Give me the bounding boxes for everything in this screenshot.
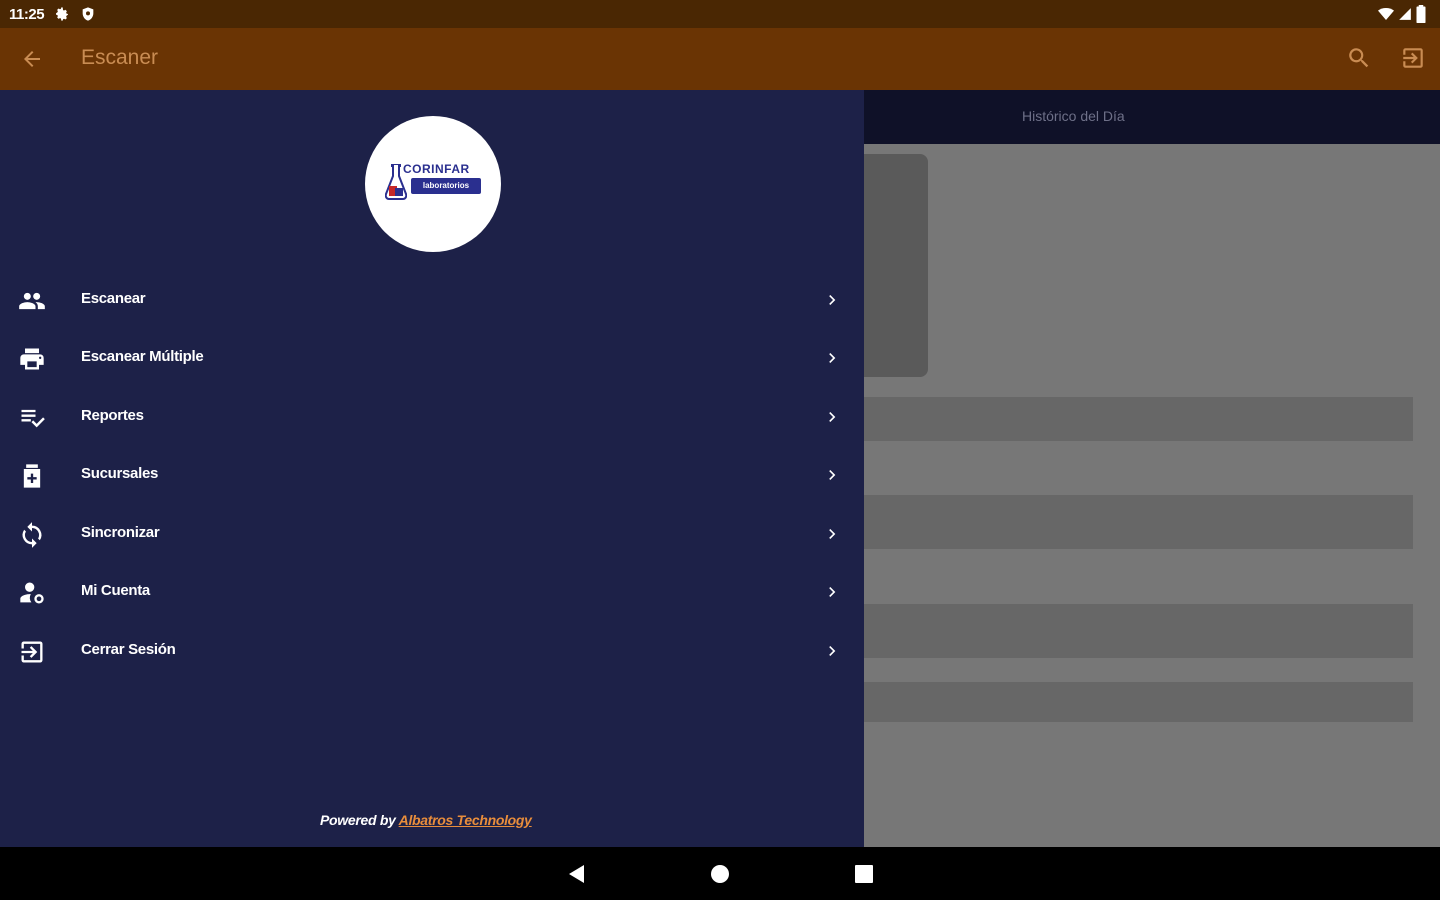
logout-icon[interactable] bbox=[1400, 45, 1426, 71]
company-logo: CORINFAR laboratorios bbox=[365, 116, 501, 252]
chevron-right-icon bbox=[829, 353, 836, 363]
background-row bbox=[864, 682, 1413, 722]
powered-by-prefix: Powered by bbox=[320, 812, 399, 828]
logout-icon bbox=[21, 641, 43, 663]
search-icon[interactable] bbox=[1346, 45, 1372, 71]
drawer-item-escanear-multiple[interactable]: Escanear Múltiple bbox=[0, 329, 864, 387]
people-icon bbox=[19, 292, 45, 310]
recents-square-icon[interactable] bbox=[852, 862, 876, 886]
drawer-item-label: Escanear Múltiple bbox=[81, 348, 204, 365]
background-row bbox=[864, 604, 1413, 658]
app-bar: Escaner bbox=[0, 28, 1440, 90]
drawer-item-reportes[interactable]: Reportes bbox=[0, 388, 864, 446]
status-bar: 11:25 bbox=[0, 0, 1440, 28]
back-triangle-icon[interactable] bbox=[564, 862, 588, 886]
list-check-icon bbox=[21, 409, 45, 428]
drawer-item-label: Escanear bbox=[81, 290, 146, 307]
drawer-item-label: Sucursales bbox=[81, 465, 159, 482]
powered-by-footer: Powered by Albatros Technology bbox=[320, 812, 532, 828]
chevron-right-icon bbox=[829, 412, 836, 422]
background-tab-label: Histórico del Día bbox=[1022, 108, 1125, 124]
system-nav-bar bbox=[0, 847, 1440, 900]
status-icons-right bbox=[1378, 5, 1426, 23]
app-title: Escaner bbox=[81, 46, 159, 69]
drawer-item-escanear[interactable]: Escanear bbox=[0, 271, 864, 329]
logo-mark: CORINFAR laboratorios bbox=[385, 162, 483, 206]
sync-icon bbox=[22, 522, 42, 548]
background-tab-bar bbox=[864, 90, 1440, 144]
drawer-item-mi-cuenta[interactable]: Mi Cuenta bbox=[0, 563, 864, 621]
chevron-right-icon bbox=[829, 587, 836, 597]
drawer-item-sincronizar[interactable]: Sincronizar bbox=[0, 505, 864, 563]
printer-icon bbox=[20, 348, 44, 370]
chevron-right-icon bbox=[829, 646, 836, 656]
drawer-item-label: Mi Cuenta bbox=[81, 582, 150, 599]
store-icon bbox=[23, 464, 41, 488]
home-circle-icon[interactable] bbox=[708, 862, 732, 886]
chevron-right-icon bbox=[829, 470, 836, 480]
account-icon bbox=[20, 582, 44, 604]
background-row bbox=[864, 397, 1413, 441]
drawer-item-cerrar-sesion[interactable]: Cerrar Sesión bbox=[0, 622, 864, 680]
powered-by-link[interactable]: Albatros Technology bbox=[399, 812, 532, 828]
shield-icon bbox=[82, 7, 94, 21]
wifi-icon bbox=[1378, 8, 1394, 20]
chevron-right-icon bbox=[829, 295, 836, 305]
battery-icon bbox=[1416, 5, 1426, 23]
logo-top-text: CORINFAR bbox=[403, 162, 470, 176]
logo-bottom-text: laboratorios bbox=[411, 178, 481, 194]
signal-icon bbox=[1399, 8, 1411, 20]
drawer-item-label: Reportes bbox=[81, 407, 144, 424]
drawer-item-label: Cerrar Sesión bbox=[81, 641, 176, 658]
settings-icon bbox=[56, 7, 69, 21]
back-arrow-icon[interactable] bbox=[20, 47, 44, 71]
chevron-right-icon bbox=[829, 529, 836, 539]
background-row bbox=[864, 495, 1413, 549]
status-time: 11:25 bbox=[9, 5, 45, 23]
drawer-item-sucursales[interactable]: Sucursales bbox=[0, 446, 864, 504]
drawer-item-label: Sincronizar bbox=[81, 524, 160, 541]
